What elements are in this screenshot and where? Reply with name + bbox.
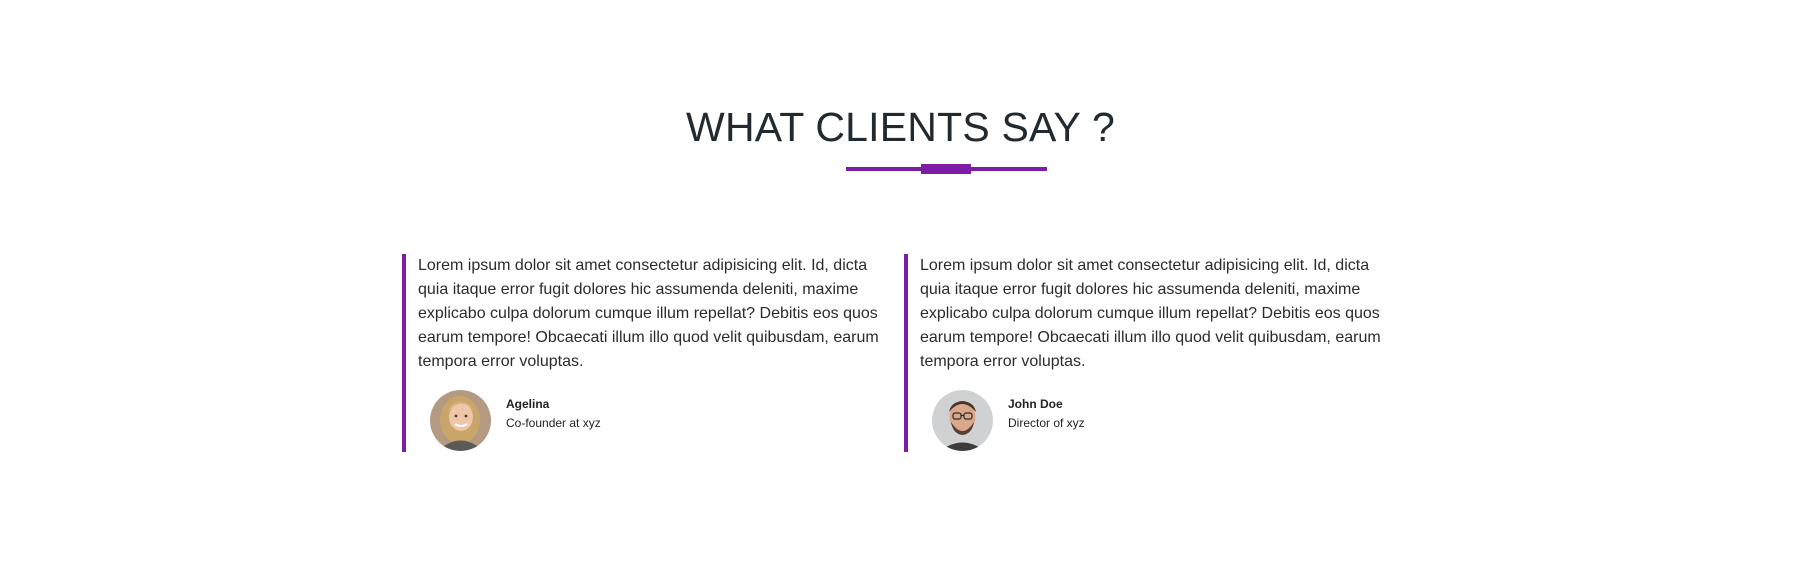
testimonials-list: Lorem ipsum dolor sit amet consectetur a…	[402, 254, 1402, 452]
testimonial-quote: Lorem ipsum dolor sit amet consectetur a…	[418, 257, 879, 370]
testimonial-card: Lorem ipsum dolor sit amet consectetur a…	[904, 254, 1384, 452]
underline-accent	[921, 164, 971, 174]
author-name: John Doe	[1008, 397, 1063, 411]
author-role: Director of xyz	[1008, 416, 1085, 430]
testimonial-quote: Lorem ipsum dolor sit amet consectetur a…	[920, 257, 1381, 370]
testimonial-card: Lorem ipsum dolor sit amet consectetur a…	[402, 254, 882, 452]
title-underline	[846, 164, 1047, 174]
author-role: Co-founder at xyz	[506, 416, 601, 430]
woman-avatar-icon	[430, 390, 491, 451]
section-title: WHAT CLIENTS SAY ?	[686, 104, 1115, 150]
man-avatar-icon	[932, 390, 993, 451]
author-name: Agelina	[506, 397, 550, 411]
